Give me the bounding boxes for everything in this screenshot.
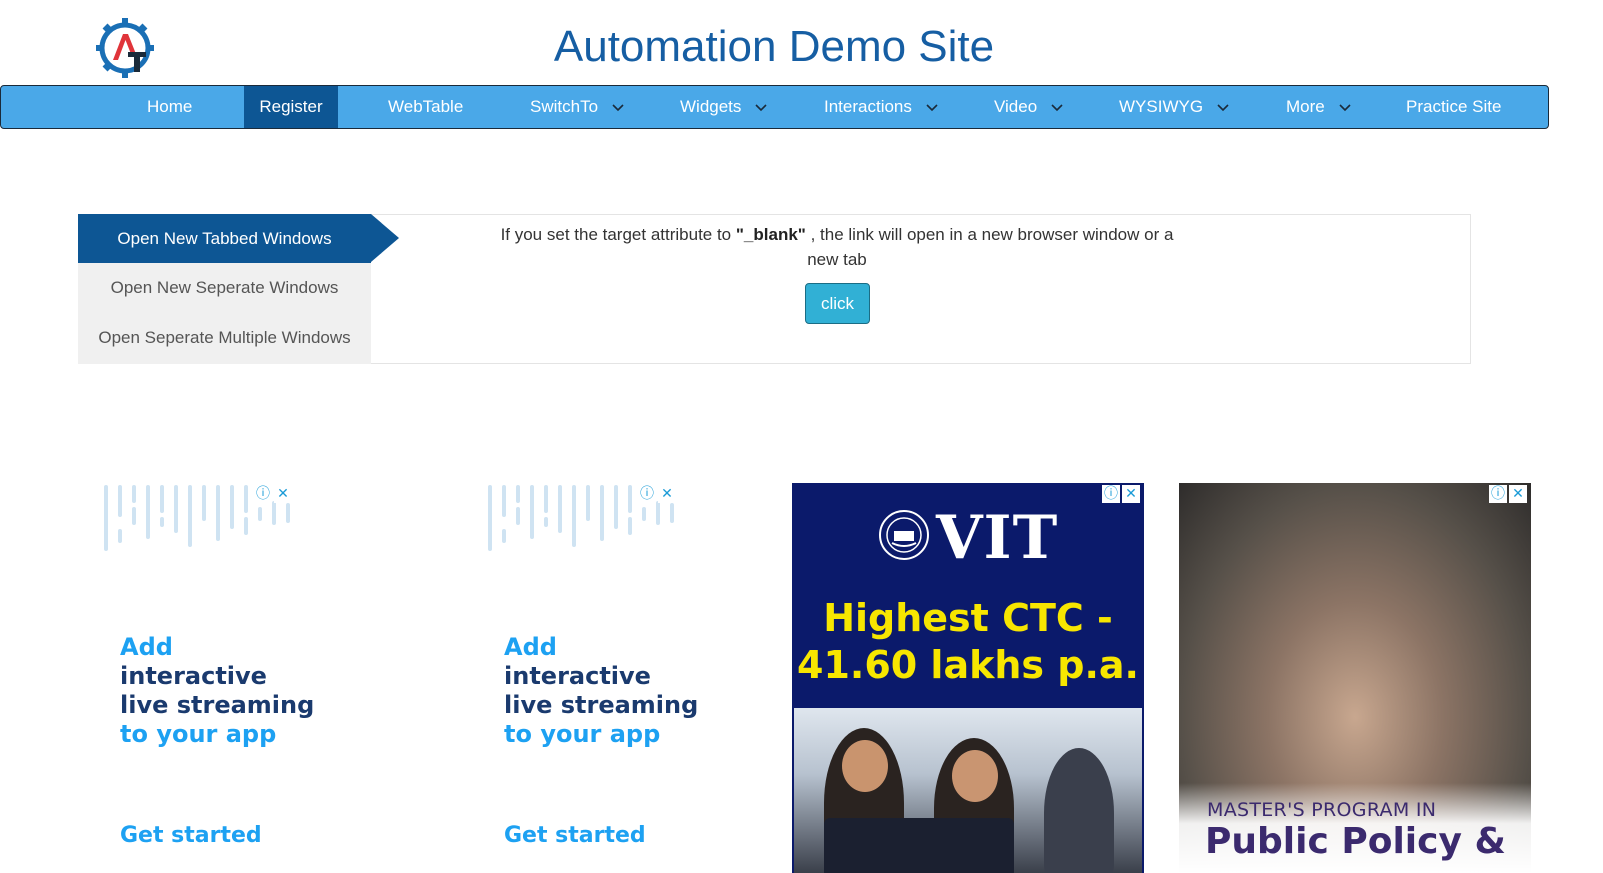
vit-seal-icon (879, 510, 929, 560)
nav-wysiwyg-label: WYSIWYG (1119, 97, 1204, 116)
chevron-down-icon (1339, 103, 1351, 111)
nav-home[interactable]: Home (147, 86, 192, 128)
chevron-down-icon (1217, 103, 1229, 111)
vit-tagline-line: Highest CTC - (823, 596, 1113, 640)
description-text: , the link will open in a new browser wi… (805, 225, 1174, 269)
description-bold: "_blank" (735, 225, 806, 244)
ad-streaming-2[interactable]: ⓘ ✕ Add interactive live streaming to you… (474, 483, 826, 873)
ad-line: to your app (120, 720, 277, 748)
vit-tagline: Highest CTC - 41.60 lakhs p.a. (792, 595, 1144, 689)
ad-line: Add (504, 633, 557, 661)
nav-practice-site-label: Practice Site (1406, 97, 1502, 116)
nav-interactions[interactable]: Interactions (824, 86, 938, 128)
main-navbar: Home Register WebTable SwitchTo Widgets … (0, 85, 1549, 129)
ad-subtitle: MASTER'S PROGRAM IN (1207, 799, 1437, 821)
tab-open-new-tabbed-windows[interactable]: Open New Tabbed Windows (78, 214, 399, 263)
ad-vit[interactable]: ⓘ ✕ VIT Highest CTC - 41.60 lakhs p.a. (792, 483, 1144, 873)
nav-more[interactable]: More (1286, 86, 1351, 128)
click-button[interactable]: click (805, 283, 870, 324)
ad-line: interactive (120, 662, 267, 690)
ad-get-started-link[interactable]: Get started (504, 823, 646, 848)
ad-info-icon[interactable]: ⓘ (638, 485, 656, 503)
ad-line: live streaming (120, 691, 315, 719)
ad-headline: Add interactive live streaming to your a… (504, 633, 698, 749)
ad-get-started-link[interactable]: Get started (120, 823, 262, 848)
nav-register[interactable]: Register (244, 86, 338, 128)
nav-video[interactable]: Video (994, 86, 1063, 128)
chevron-down-icon (926, 103, 938, 111)
ad-public-policy[interactable]: ⓘ ✕ MASTER'S PROGRAM IN Public Policy & (1179, 483, 1531, 873)
nav-interactions-label: Interactions (824, 97, 912, 116)
chevron-down-icon (1051, 103, 1063, 111)
nav-webtable-label: WebTable (388, 97, 464, 116)
ad-title: Public Policy & (1205, 821, 1506, 862)
ad-info-icon[interactable]: ⓘ (1102, 485, 1120, 503)
ad-close-icon[interactable]: ✕ (274, 485, 292, 503)
ad-info-icon[interactable]: ⓘ (1489, 485, 1507, 503)
nav-switchto[interactable]: SwitchTo (530, 86, 624, 128)
ad-line: Add (120, 633, 173, 661)
vit-tagline-line: 41.60 lakhs p.a. (797, 643, 1139, 687)
nav-wysiwyg[interactable]: WYSIWYG (1119, 86, 1229, 128)
ad-close-icon[interactable]: ✕ (658, 485, 676, 503)
ad-line: to your app (504, 720, 661, 748)
ad-line: interactive (504, 662, 651, 690)
tab-description: If you set the target attribute to "_bla… (500, 222, 1174, 272)
nav-switchto-label: SwitchTo (530, 97, 599, 116)
nav-video-label: Video (994, 97, 1038, 116)
nav-widgets-label: Widgets (680, 97, 742, 116)
vit-students-photo (794, 708, 1142, 873)
ad-streaming-1[interactable]: ⓘ ✕ Add interactive live streaming to you… (90, 483, 442, 873)
nav-practice-site[interactable]: Practice Site (1406, 86, 1501, 128)
nav-register-label: Register (259, 97, 323, 116)
chevron-down-icon (612, 103, 624, 111)
tab-open-new-seperate-windows[interactable]: Open New Seperate Windows (78, 263, 371, 312)
tab-label: Open Seperate Multiple Windows (98, 328, 351, 347)
nav-webtable[interactable]: WebTable (388, 86, 463, 128)
tab-open-seperate-multiple-windows[interactable]: Open Seperate Multiple Windows (78, 313, 371, 362)
tab-label: Open New Tabbed Windows (117, 229, 332, 248)
ad-line: live streaming (504, 691, 699, 719)
nav-widgets[interactable]: Widgets (680, 86, 767, 128)
nav-more-label: More (1286, 97, 1325, 116)
ad-close-icon[interactable]: ✕ (1122, 485, 1140, 503)
chevron-down-icon (755, 103, 767, 111)
nav-home-label: Home (147, 97, 193, 116)
tab-label: Open New Seperate Windows (110, 278, 339, 297)
window-tabs: Open New Tabbed Windows Open New Seperat… (78, 214, 399, 364)
ad-close-icon[interactable]: ✕ (1509, 485, 1527, 503)
vit-brand: VIT (936, 503, 1059, 573)
ad-headline: Add interactive live streaming to your a… (120, 633, 314, 749)
page-title: Automation Demo Site (553, 22, 995, 71)
ad-info-icon[interactable]: ⓘ (254, 485, 272, 503)
description-text: If you set the target attribute to (500, 225, 736, 244)
